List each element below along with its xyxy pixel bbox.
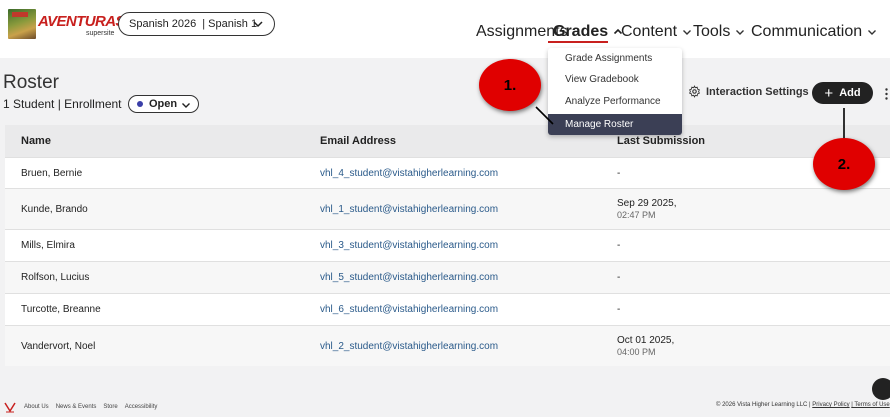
footer-store[interactable]: Store (103, 404, 117, 410)
footer-about-us[interactable]: About Us (24, 404, 49, 410)
book-cover-image (8, 9, 36, 39)
more-vertical-icon[interactable] (885, 88, 888, 100)
page-title: Roster (3, 72, 59, 93)
course-year: Spanish 2026 (129, 18, 197, 30)
student-email[interactable]: vhl_4_student@vistahigherlearning.com (320, 168, 498, 179)
chevron-down-icon (253, 21, 263, 28)
table-row: Kunde, Brando vhl_1_student@vistahigherl… (5, 188, 890, 229)
last-submission-date: - (617, 240, 621, 251)
interaction-settings-button[interactable]: Interaction Settings (688, 85, 809, 98)
chevron-down-icon (736, 30, 745, 35)
table-row: Turcotte, Breanne vhl_6_student@vistahig… (5, 293, 890, 325)
active-nav-indicator (548, 41, 608, 43)
student-name[interactable]: Bruen, Bernie (21, 168, 82, 179)
footer-links: About Us News & Events Store Accessibili… (4, 401, 164, 413)
roster-table: Name Email Address Last Submission Bruen… (5, 125, 890, 366)
footer-accessibility[interactable]: Accessibility (125, 404, 158, 410)
course-name: Spanish 1 (208, 18, 258, 30)
course-selector[interactable]: Spanish 2026 | Spanish 1 (118, 12, 275, 36)
table-row: Mills, Elmira vhl_3_student@vistahigherl… (5, 229, 890, 261)
nav-grades-label: Grades (553, 23, 609, 40)
last-submission-date: - (617, 168, 621, 179)
chevron-down-icon (182, 103, 190, 108)
menu-item-analyze-performance[interactable]: Analyze Performance (565, 96, 661, 107)
table-row: Rolfson, Lucius vhl_5_student@vistahighe… (5, 261, 890, 293)
copyright-notice: © 2026 Vista Higher Learning LLC | Priva… (716, 402, 890, 408)
nav-content-label: Content (621, 23, 678, 40)
callout-step-2: 2. (813, 138, 875, 190)
last-submission-time: 04:00 PM (617, 347, 656, 357)
plus-icon: + (824, 84, 834, 102)
column-header-email[interactable]: Email Address (320, 135, 396, 147)
last-submission-date: Sep 29 2025, (617, 198, 677, 209)
nav-communication-label: Communication (751, 23, 863, 40)
student-email[interactable]: vhl_5_student@vistahigherlearning.com (320, 272, 498, 283)
privacy-policy-link[interactable]: Privacy Policy (812, 402, 849, 408)
top-bar: AVENTURAS supersite Spanish 2026 | Spani… (0, 0, 890, 58)
menu-item-manage-roster[interactable]: Manage Roster (548, 114, 682, 135)
gear-icon (689, 85, 700, 98)
vhl-logo-icon (4, 402, 16, 413)
student-name[interactable]: Mills, Elmira (21, 240, 75, 251)
chat-icon[interactable] (872, 378, 890, 400)
nav-content[interactable]: Content (621, 23, 692, 41)
student-name[interactable]: Vandervort, Noel (21, 341, 95, 352)
interaction-settings-label: Interaction Settings (706, 85, 809, 98)
table-row: Vandervort, Noel vhl_2_student@vistahigh… (5, 325, 890, 366)
student-email[interactable]: vhl_3_student@vistahigherlearning.com (320, 240, 498, 251)
last-submission-time: 02:47 PM (617, 210, 656, 220)
menu-item-grade-assignments[interactable]: Grade Assignments (565, 53, 652, 64)
chevron-down-icon (868, 30, 877, 35)
student-name[interactable]: Turcotte, Breanne (21, 304, 101, 315)
aventuras-logo[interactable]: AVENTURAS supersite (8, 9, 125, 39)
student-name[interactable]: Kunde, Brando (21, 204, 88, 215)
callout-step-1: 1. (479, 59, 541, 111)
menu-item-view-gradebook[interactable]: View Gradebook (565, 74, 639, 85)
nav-grades[interactable]: Grades (553, 23, 623, 41)
nav-tools-label: Tools (693, 23, 731, 40)
last-submission-date: - (617, 304, 621, 315)
grades-dropdown-menu: Grade Assignments View Gradebook Analyze… (548, 48, 682, 135)
student-email[interactable]: vhl_6_student@vistahigherlearning.com (320, 304, 498, 315)
chevron-down-icon (683, 30, 692, 35)
student-email[interactable]: vhl_1_student@vistahigherlearning.com (320, 204, 498, 215)
last-submission-date: Oct 01 2025, (617, 335, 675, 346)
terms-of-use-link[interactable]: | Terms of Use (851, 402, 889, 408)
status-dot-icon (137, 101, 143, 107)
add-button-label: Add (839, 87, 861, 99)
student-email[interactable]: vhl_2_student@vistahigherlearning.com (320, 341, 498, 352)
table-row: Bruen, Bernie vhl_4_student@vistahigherl… (5, 157, 890, 188)
column-header-last-submission[interactable]: Last Submission (617, 135, 705, 147)
last-submission-date: - (617, 272, 621, 283)
enrollment-summary: 1 Student | Enrollment (3, 97, 122, 111)
table-header: Name Email Address Last Submission (5, 125, 890, 157)
brand-title: AVENTURAS (38, 13, 125, 30)
enrollment-status-dropdown[interactable]: Open (128, 95, 199, 113)
copyright-text: © 2026 Vista Higher Learning LLC | (716, 402, 811, 408)
column-header-name[interactable]: Name (21, 135, 51, 147)
student-name[interactable]: Rolfson, Lucius (21, 272, 89, 283)
nav-tools[interactable]: Tools (693, 23, 745, 41)
course-separator: | (202, 18, 206, 30)
footer-news-events[interactable]: News & Events (56, 404, 97, 410)
add-button[interactable]: + Add (812, 82, 873, 104)
enrollment-status-label: Open (149, 98, 178, 110)
brand-subtitle: supersite (86, 30, 115, 37)
nav-communication[interactable]: Communication (751, 23, 877, 41)
